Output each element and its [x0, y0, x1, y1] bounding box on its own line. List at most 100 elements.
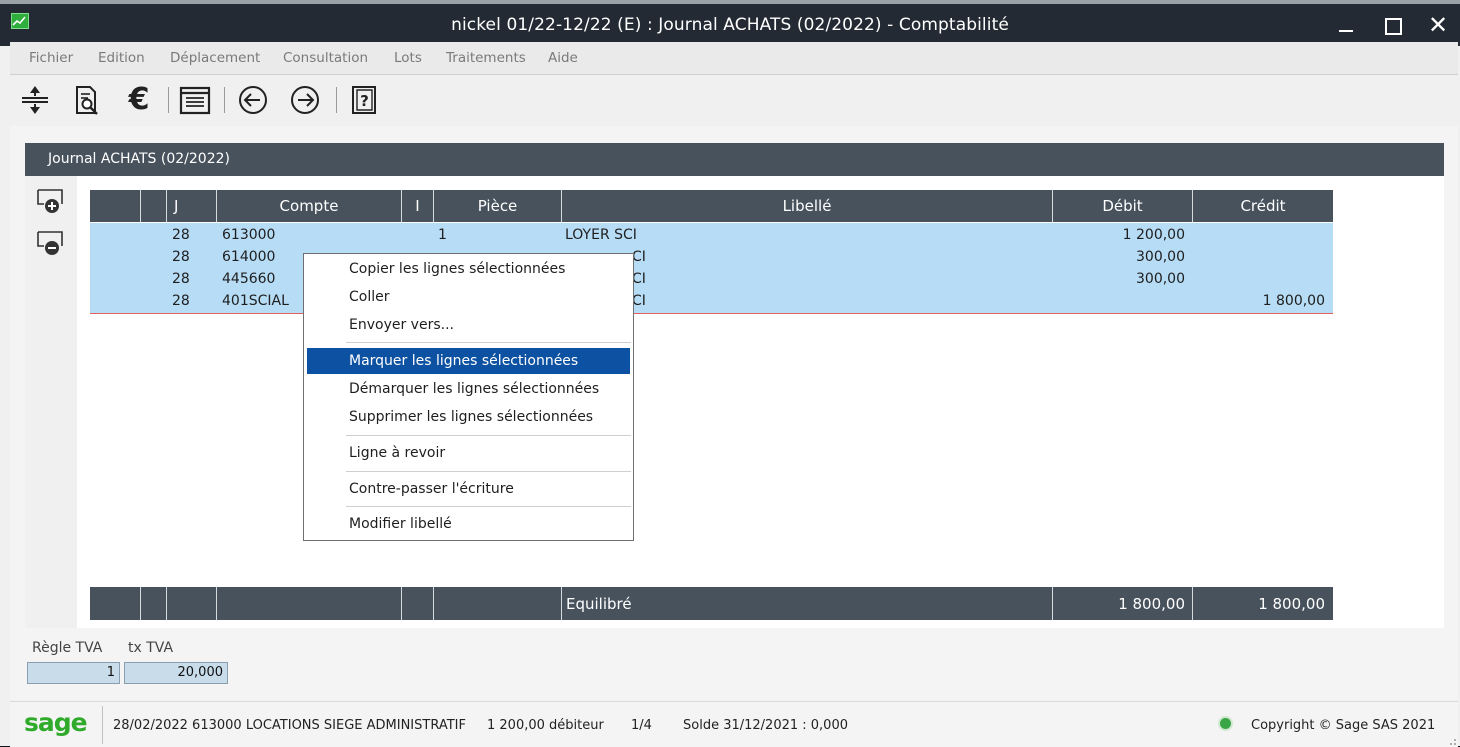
menu-item-label: Modifier libellé [349, 516, 452, 532]
cell-compte: 614000 [222, 249, 276, 265]
help-icon[interactable]: ? [348, 83, 382, 117]
minimize-button[interactable] [1328, 10, 1364, 40]
menu-item-edit-label[interactable]: Modifier libellé [307, 511, 630, 537]
footer-separator [166, 587, 167, 620]
footer-separator [216, 587, 217, 620]
list-view-icon[interactable] [178, 83, 212, 117]
title-bar[interactable]: nickel 01/22-12/22 (E) : Journal ACHATS … [0, 4, 1460, 46]
status-solde: Solde 31/12/2021 : 0,000 [683, 718, 848, 733]
footer-separator [140, 587, 141, 620]
menu-item-label: Coller [349, 289, 390, 305]
grid-header: J Compte I Pièce Libellé Débit Crédit [90, 190, 1333, 222]
header-separator [166, 190, 167, 222]
col-libelle[interactable]: Libellé [562, 190, 1052, 222]
toolbar-separator [168, 87, 169, 113]
document-search-icon[interactable] [70, 83, 104, 117]
footer-separator [401, 587, 402, 620]
total-credit: 1 800,00 [1258, 595, 1325, 613]
cell-libelle: LOYER SCI [565, 227, 637, 243]
cell-libelle: CI [632, 271, 646, 287]
menu-deplacement[interactable]: Déplacement [170, 50, 260, 66]
row-actions-pane [25, 176, 77, 628]
menu-item-copy[interactable]: Copier les lignes sélectionnées [307, 256, 630, 282]
cell-j: 28 [172, 249, 190, 265]
entry-end-line [90, 313, 1333, 314]
menu-item-label: Marquer les lignes sélectionnées [349, 353, 579, 369]
menu-separator [346, 471, 631, 472]
col-debit[interactable]: Débit [1053, 190, 1192, 222]
toolbar-separator [336, 87, 337, 113]
euro-icon[interactable]: € [122, 83, 156, 117]
menu-item-unmark[interactable]: Démarquer les lignes sélectionnées [307, 376, 630, 402]
cell-j: 28 [172, 271, 190, 287]
menu-edition[interactable]: Edition [98, 50, 145, 66]
menu-lots[interactable]: Lots [394, 50, 422, 66]
header-separator [140, 190, 141, 222]
menu-item-paste[interactable]: Coller [307, 284, 630, 310]
status-position: 1/4 [631, 718, 652, 733]
window-title: nickel 01/22-12/22 (E) : Journal ACHATS … [451, 15, 1009, 35]
toolbar-separator [224, 87, 225, 113]
resize-grip-icon[interactable] [1444, 733, 1458, 747]
col-piece[interactable]: Pièce [434, 190, 561, 222]
total-debit: 1 800,00 [1118, 595, 1185, 613]
menu-item-label: Copier les lignes sélectionnées [349, 261, 566, 277]
grid-totals: Equilibré 1 800,00 1 800,00 [90, 587, 1333, 620]
journal-header: Journal ACHATS (02/2022) [25, 143, 1444, 176]
menu-traitements[interactable]: Traitements [446, 50, 526, 66]
cell-debit: 1 200,00 [1122, 227, 1185, 243]
vat-rule-field[interactable]: 1 [27, 662, 120, 684]
menu-bar: Fichier Edition Déplacement Consultation… [10, 42, 1458, 75]
col-i[interactable]: I [402, 190, 433, 222]
cell-j: 28 [172, 293, 190, 309]
col-j[interactable]: J [174, 190, 178, 222]
toolbar: € ? [10, 75, 1458, 125]
connection-status-icon [1220, 718, 1231, 729]
table-row[interactable]: 28 401SCIAL CI 1 800,00 [90, 291, 1333, 313]
footer-separator [433, 587, 434, 620]
menu-item-label: Supprimer les lignes sélectionnées [349, 409, 594, 425]
previous-icon[interactable] [236, 83, 270, 117]
status-bar: sage 28/02/2022 613000 LOCATIONS SIEGE A… [10, 701, 1458, 747]
menu-item-label: Ligne à revoir [349, 445, 446, 461]
col-credit[interactable]: Crédit [1193, 190, 1333, 222]
menu-item-label: Démarquer les lignes sélectionnées [349, 381, 600, 397]
menu-separator [346, 342, 631, 343]
status-account-info: 28/02/2022 613000 LOCATIONS SIEGE ADMINI… [113, 718, 466, 733]
menu-item-review-line[interactable]: Ligne à revoir [307, 440, 630, 466]
balance-status: Equilibré [566, 595, 632, 613]
remove-line-icon[interactable] [35, 228, 65, 258]
cell-compte: 445660 [222, 271, 276, 287]
menu-item-mark[interactable]: Marquer les lignes sélectionnées [307, 348, 630, 374]
vat-rate-field[interactable]: 20,000 [124, 662, 228, 684]
menu-item-send-to[interactable]: Envoyer vers... [307, 312, 630, 338]
vat-rule-label: Règle TVA [32, 640, 103, 656]
expand-rows-icon[interactable] [18, 83, 52, 117]
journal-title: Journal ACHATS (02/2022) [48, 151, 230, 167]
footer-separator [1052, 587, 1053, 620]
menu-item-delete[interactable]: Supprimer les lignes sélectionnées [307, 404, 630, 430]
cell-debit: 300,00 [1136, 249, 1185, 265]
maximize-button[interactable] [1375, 10, 1411, 40]
menu-consultation[interactable]: Consultation [283, 50, 368, 66]
cell-debit: 300,00 [1136, 271, 1185, 287]
grid-selected-rows[interactable]: 28 613000 1 LOYER SCI 1 200,00 28 614000… [90, 223, 1333, 313]
table-row[interactable]: 28 445660 CI 300,00 [90, 269, 1333, 291]
menu-separator [346, 435, 631, 436]
table-row[interactable]: 28 613000 1 LOYER SCI 1 200,00 [90, 225, 1333, 247]
menu-fichier[interactable]: Fichier [29, 50, 73, 66]
svg-text:?: ? [360, 92, 369, 110]
close-button[interactable]: ✕ [1420, 10, 1456, 40]
menu-item-reverse-entry[interactable]: Contre-passer l'écriture [307, 476, 630, 502]
cell-credit: 1 800,00 [1262, 293, 1325, 309]
table-row[interactable]: 28 614000 CI 300,00 [90, 247, 1333, 269]
vat-rate-label: tx TVA [128, 640, 174, 656]
cell-libelle: CI [632, 249, 646, 265]
next-icon[interactable] [288, 83, 322, 117]
col-compte[interactable]: Compte [217, 190, 401, 222]
cell-piece: 1 [438, 227, 447, 243]
add-line-icon[interactable] [35, 186, 65, 216]
cell-compte: 401SCIAL [222, 293, 289, 309]
cell-compte: 613000 [222, 227, 276, 243]
menu-aide[interactable]: Aide [548, 50, 578, 66]
